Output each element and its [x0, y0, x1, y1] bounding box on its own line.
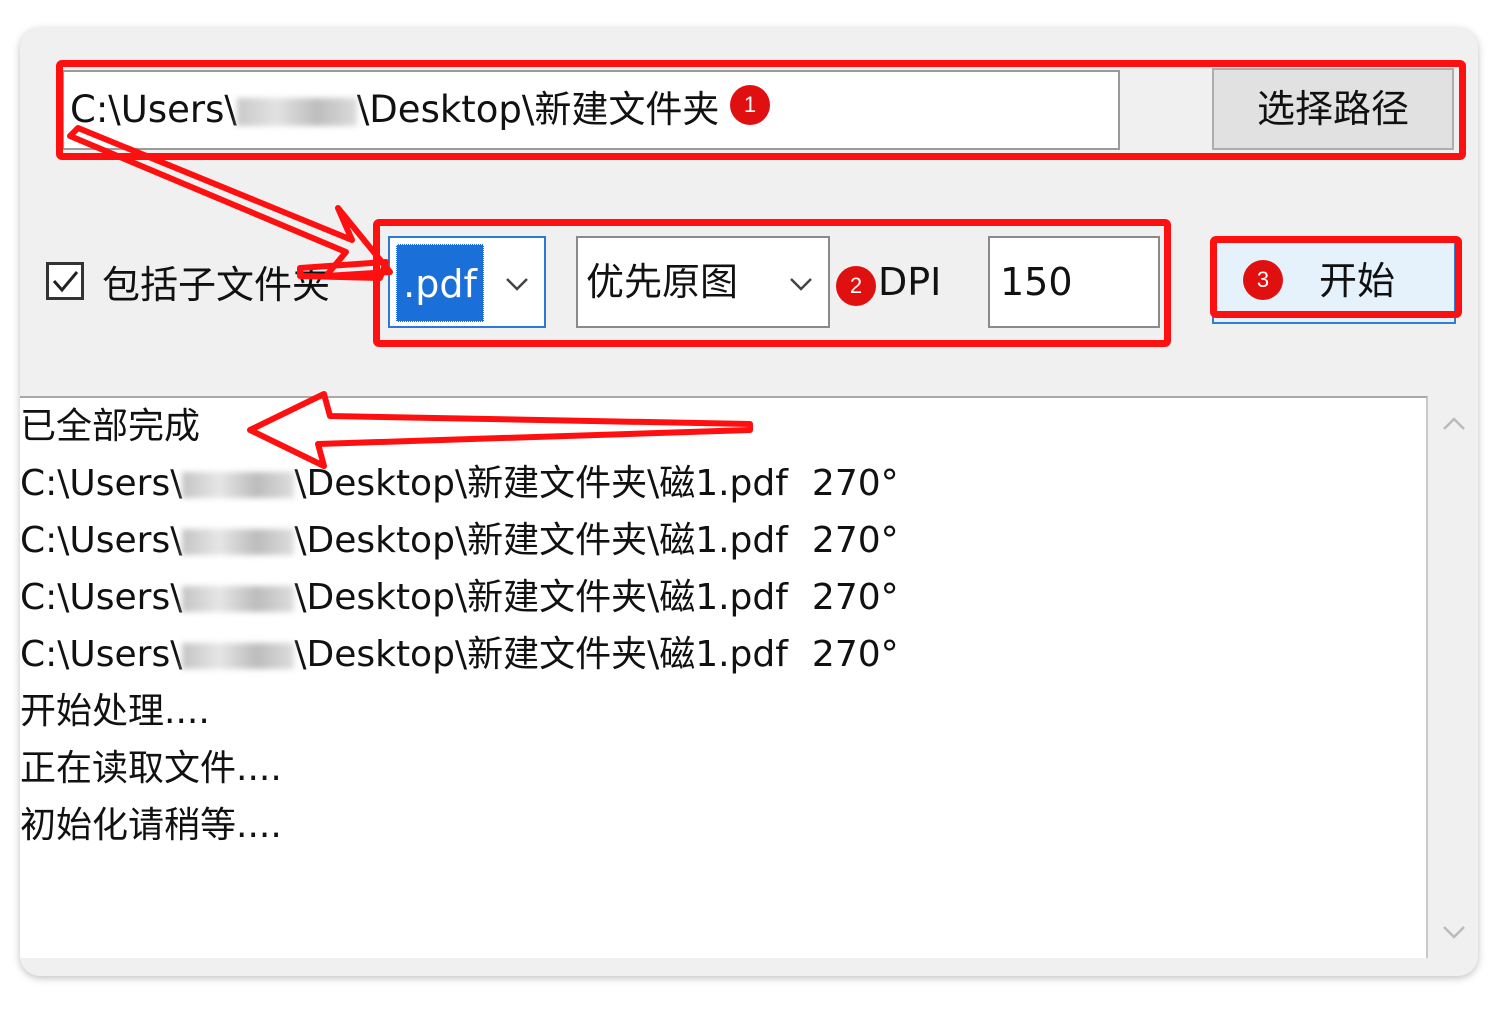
annotation-badge-2: 2 — [836, 266, 876, 306]
redacted-username — [182, 529, 295, 555]
app-window: C:\Users\ \Desktop\新建文件夹 选择路径 包括子文件夹 .pdf… — [20, 28, 1478, 976]
log-line: 已全部完成 — [20, 406, 201, 447]
chevron-down-icon — [506, 278, 528, 291]
log-rotation-angle: 270° — [811, 577, 899, 618]
include-subfolders-label: 包括子文件夹 — [102, 262, 331, 307]
redacted-username — [236, 97, 357, 126]
chevron-down-icon — [790, 278, 812, 291]
annotation-badge-1: 1 — [730, 85, 770, 125]
log-path-prefix: C:\Users\ — [20, 463, 183, 504]
chevron-up-icon[interactable] — [1440, 410, 1468, 438]
log-line: C:\Users\ \Desktop\新建文件夹\磁1.pdf 270° — [20, 455, 899, 512]
log-path-suffix: \Desktop\新建文件夹\磁1.pdf — [294, 463, 788, 504]
annotation-badge-3: 3 — [1243, 260, 1283, 300]
path-suffix: \Desktop\新建文件夹 — [356, 88, 720, 131]
log-line: 初始化请稍等.... — [20, 805, 282, 846]
include-subfolders-checkbox[interactable] — [46, 262, 84, 300]
mode-selected-value: 优先原图 — [586, 260, 739, 304]
dpi-label: DPI — [878, 260, 942, 304]
redacted-username — [182, 472, 295, 498]
path-prefix: C:\Users\ — [70, 88, 237, 131]
include-subfolders-checkbox-row[interactable]: 包括子文件夹 — [46, 256, 331, 307]
start-button-label: 开始 — [1318, 259, 1395, 303]
chevron-down-icon[interactable] — [1440, 918, 1468, 946]
browse-path-button[interactable]: 选择路径 — [1212, 68, 1454, 150]
log-line: C:\Users\ \Desktop\新建文件夹\磁1.pdf 270° — [20, 626, 899, 683]
log-path-prefix: C:\Users\ — [20, 634, 183, 675]
log-rotation-angle: 270° — [811, 463, 899, 504]
log-line: C:\Users\ \Desktop\新建文件夹\磁1.pdf 270° — [20, 512, 899, 569]
log-line: C:\Users\ \Desktop\新建文件夹\磁1.pdf 270° — [20, 569, 899, 626]
path-input[interactable]: C:\Users\ \Desktop\新建文件夹 — [62, 70, 1120, 150]
log-path-prefix: C:\Users\ — [20, 520, 183, 561]
log-rotation-angle: 270° — [811, 520, 899, 561]
log-line: 正在读取文件.... — [20, 748, 282, 789]
log-scrollbar[interactable] — [1430, 396, 1478, 958]
log-path-suffix: \Desktop\新建文件夹\磁1.pdf — [294, 577, 788, 618]
log-line: 开始处理.... — [20, 691, 210, 732]
redacted-username — [182, 586, 295, 612]
log-path-suffix: \Desktop\新建文件夹\磁1.pdf — [294, 634, 788, 675]
redacted-username — [182, 643, 295, 669]
dpi-input[interactable]: 150 — [988, 236, 1160, 328]
log-output[interactable]: 已全部完成 C:\Users\ \Desktop\新建文件夹\磁1.pdf 270°… — [20, 396, 1428, 958]
log-path-suffix: \Desktop\新建文件夹\磁1.pdf — [294, 520, 788, 561]
format-select[interactable]: .pdf — [388, 236, 546, 328]
format-selected-value: .pdf — [396, 244, 484, 322]
log-rotation-angle: 270° — [811, 634, 899, 675]
checkmark-icon — [52, 271, 79, 293]
mode-select[interactable]: 优先原图 — [576, 236, 830, 328]
log-path-prefix: C:\Users\ — [20, 577, 183, 618]
